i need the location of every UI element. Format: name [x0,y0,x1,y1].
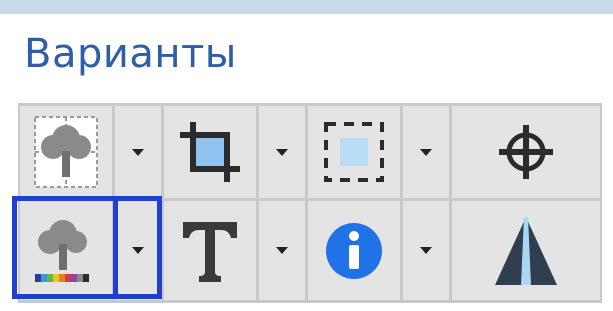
info-dropdown[interactable] [403,201,449,300]
info-icon [323,220,385,282]
perspective-icon [491,213,561,289]
dropdown-arrow-icon [420,247,432,254]
crop-button[interactable] [164,106,256,198]
crosshair-button[interactable] [452,106,600,198]
crop-icon [178,120,242,184]
dropdown-arrow-icon [276,247,288,254]
dropdown-arrow-icon [420,148,432,156]
window-top-band [0,0,613,14]
raster-tree-grid-icon [31,115,101,189]
dropdown-arrow-icon [276,148,288,156]
text-T-icon [179,218,241,284]
selected-button-highlight [12,196,162,299]
dropdown-arrow-icon [132,148,144,156]
selection-marquee-icon [322,120,386,184]
text-dropdown[interactable] [259,201,305,300]
highlight-divider [113,201,118,294]
crosshair-icon [497,123,555,181]
selection-marquee-button[interactable] [308,106,400,198]
raster-tree-grid-button[interactable] [20,106,112,198]
raster-tree-grid-dropdown[interactable] [115,106,161,198]
panel-title: Варианты [24,31,237,77]
perspective-button[interactable] [452,201,600,300]
selection-marquee-dropdown[interactable] [403,106,449,198]
crop-dropdown[interactable] [259,106,305,198]
text-button[interactable] [164,201,256,300]
info-button[interactable] [308,201,400,300]
